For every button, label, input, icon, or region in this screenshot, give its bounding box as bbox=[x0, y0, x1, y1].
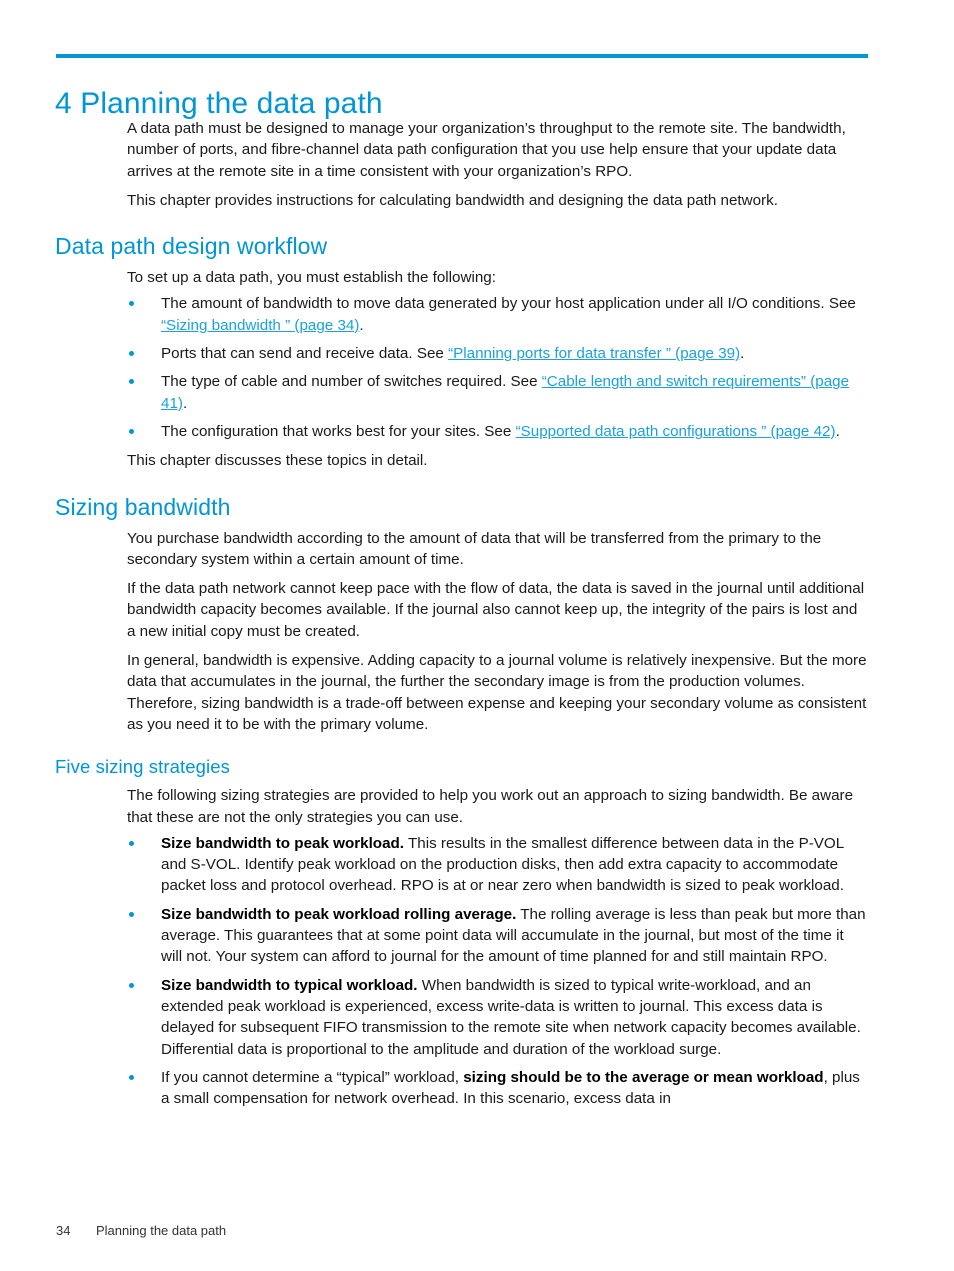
strategy-label: Size bandwidth to typical workload. bbox=[161, 976, 418, 994]
bullet-text-tail: . bbox=[740, 345, 745, 363]
list-item: Size bandwidth to peak workload. This re… bbox=[127, 833, 868, 897]
bullet-text: Ports that can send and receive data. Se… bbox=[161, 345, 449, 363]
list-item: Size bandwidth to peak workload rolling … bbox=[127, 904, 868, 968]
bullet-dot-icon bbox=[129, 982, 134, 988]
list-item: If you cannot determine a “typical” work… bbox=[127, 1067, 868, 1110]
bullet-dot-icon bbox=[129, 351, 134, 357]
workflow-intro: To set up a data path, you must establis… bbox=[127, 269, 496, 287]
strategies-bullet-list: Size bandwidth to peak workload. This re… bbox=[55, 833, 870, 1110]
sizing-paragraph-2: If the data path network cannot keep pac… bbox=[127, 580, 865, 640]
bullet-dot-icon bbox=[129, 379, 134, 385]
strategy-text-before: If you cannot determine a “typical” work… bbox=[161, 1068, 464, 1086]
footer-running-title: Planning the data path bbox=[96, 1223, 227, 1238]
sizing-paragraph-3: In general, bandwidth is expensive. Addi… bbox=[127, 652, 867, 733]
list-item: Ports that can send and receive data. Se… bbox=[127, 343, 868, 364]
subsection-heading-five-sizing-strategies: Five sizing strategies bbox=[55, 756, 230, 778]
footer-page-number: 34 bbox=[56, 1223, 71, 1238]
sizing-paragraph-1: You purchase bandwidth according to the … bbox=[127, 529, 822, 568]
bullet-dot-icon bbox=[129, 840, 134, 846]
list-item: Size bandwidth to typical workload. When… bbox=[127, 975, 868, 1060]
strategies-intro: The following sizing strategies are prov… bbox=[127, 787, 854, 826]
cross-reference-link[interactable]: “Planning ports for data transfer ” (pag… bbox=[448, 345, 740, 362]
bullet-text-tail: . bbox=[182, 394, 188, 412]
cross-reference-link[interactable]: “Supported data path configurations ” (p… bbox=[516, 423, 836, 440]
cross-reference-link[interactable]: “Sizing bandwidth ” (page 34) bbox=[161, 317, 359, 334]
strategy-emphasis: sizing should be to the average or mean … bbox=[463, 1068, 824, 1086]
list-item: The type of cable and number of switches… bbox=[127, 371, 868, 414]
chapter-rule bbox=[56, 54, 868, 58]
bullet-dot-icon bbox=[129, 301, 134, 307]
bullet-dot-icon bbox=[129, 911, 134, 917]
bullet-text: The type of cable and number of switches… bbox=[161, 373, 542, 391]
strategy-label: Size bandwidth to peak workload. bbox=[161, 834, 405, 852]
document-page: 4 Planning the data path A data path mus… bbox=[0, 0, 954, 1271]
workflow-bullet-list: The amount of bandwidth to move data gen… bbox=[55, 293, 870, 442]
list-item: The configuration that works best for yo… bbox=[127, 421, 868, 442]
bullet-text-tail: . bbox=[359, 316, 364, 334]
workflow-closing: This chapter discusses these topics in d… bbox=[127, 452, 428, 470]
page-footer: 34 Planning the data path bbox=[56, 1222, 868, 1240]
list-item: The amount of bandwidth to move data gen… bbox=[127, 293, 868, 336]
intro-paragraph-2: This chapter provides instructions for c… bbox=[127, 191, 778, 209]
page-content: A data path must be designed to manage y… bbox=[55, 118, 870, 1109]
bullet-text: The amount of bandwidth to move data gen… bbox=[161, 295, 856, 313]
intro-paragraph-1: A data path must be designed to manage y… bbox=[127, 120, 846, 180]
section-heading-data-path-design-workflow: Data path design workflow bbox=[55, 233, 328, 260]
bullet-dot-icon bbox=[129, 428, 134, 434]
bullet-dot-icon bbox=[129, 1074, 134, 1080]
bullet-text: The configuration that works best for yo… bbox=[161, 422, 516, 440]
strategy-label: Size bandwidth to peak workload rolling … bbox=[161, 905, 517, 923]
section-heading-sizing-bandwidth: Sizing bandwidth bbox=[55, 493, 231, 520]
bullet-text-tail: . bbox=[835, 422, 840, 440]
